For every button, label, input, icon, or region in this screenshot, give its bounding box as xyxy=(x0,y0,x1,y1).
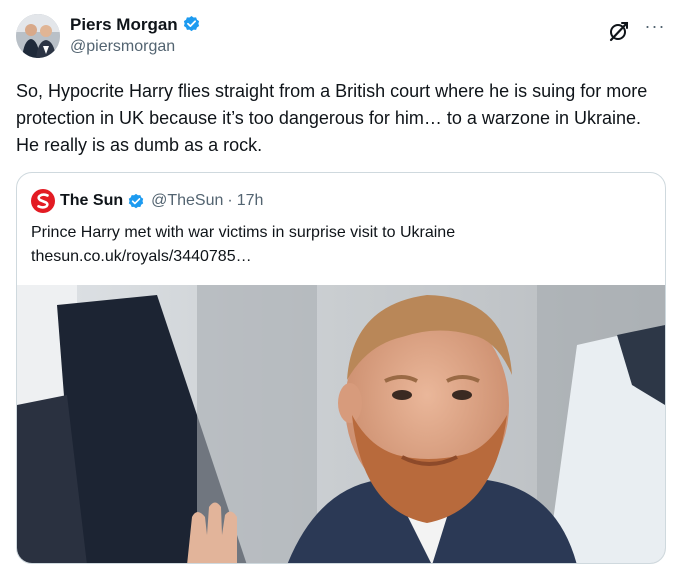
news-photo xyxy=(17,285,665,563)
quoted-timestamp[interactable]: 17h xyxy=(237,192,264,209)
quoted-time-separator: · xyxy=(227,192,233,209)
quoted-headline: Prince Harry met with war victims in sur… xyxy=(31,224,456,241)
quoted-tweet-card[interactable]: The Sun @TheSun · 17h Prince Harry met wit… xyxy=(16,172,666,564)
quoted-verified-badge-icon xyxy=(128,193,144,209)
author-handle[interactable]: @piersmorgan xyxy=(70,37,175,57)
avatar-photo xyxy=(16,14,60,58)
quoted-tweet-text: Prince Harry met with war victims in sur… xyxy=(31,221,651,269)
tweet-text: So, Hypocrite Harry flies straight from … xyxy=(16,81,648,155)
quoted-author-name[interactable]: The Sun xyxy=(60,192,123,209)
tweet: Piers Morgan @piersmorgan ··· So, Hypocr… xyxy=(0,0,700,564)
author-name-text[interactable]: Piers Morgan xyxy=(70,15,178,34)
quoted-tweet-header: The Sun @TheSun · 17h xyxy=(31,189,263,213)
verified-badge-icon xyxy=(183,15,199,32)
author-name[interactable]: Piers Morgan xyxy=(70,14,201,36)
quoted-link[interactable]: thesun.co.uk/royals/3440785… xyxy=(31,245,651,269)
quoted-media-image[interactable] xyxy=(17,285,665,563)
quoted-author-handle[interactable]: @TheSun xyxy=(151,192,223,209)
more-options-icon[interactable]: ··· xyxy=(642,17,668,40)
the-sun-logo-icon[interactable] xyxy=(31,189,55,213)
grok-icon[interactable] xyxy=(608,20,630,42)
author-avatar[interactable] xyxy=(16,14,60,58)
